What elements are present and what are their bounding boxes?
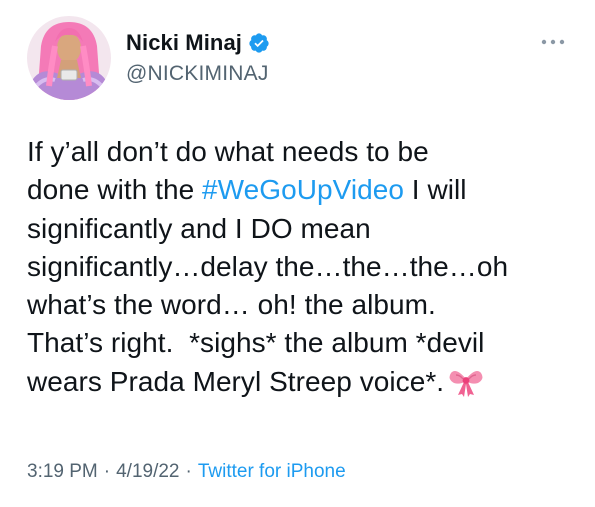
tweet-line: significantly and I DO mean bbox=[27, 212, 371, 244]
tweet-line: wears Prada Meryl Streep voice*. bbox=[27, 365, 445, 397]
verified-badge-icon bbox=[249, 33, 269, 53]
tweet-line: I will bbox=[403, 174, 467, 206]
tweet-line: That’s right. *sighs* the album *devil bbox=[27, 327, 485, 359]
tweet-line: significantly…delay the…the…the…oh bbox=[27, 250, 509, 282]
tweet-time[interactable]: 3:19 PM bbox=[27, 461, 98, 483]
hashtag-link[interactable]: #WeGoUpVideo bbox=[202, 174, 404, 205]
author-handle[interactable]: @NICKIMINAJ bbox=[126, 62, 269, 86]
tweet-card: Nicki Minaj @NICKIMINAJ If y’all don’t d… bbox=[0, 0, 595, 507]
tweet-line: If y’all don’t do what needs to be bbox=[27, 136, 429, 167]
author-display-name[interactable]: Nicki Minaj bbox=[126, 30, 242, 56]
avatar-photo-icon bbox=[27, 16, 111, 100]
tweet-text: If y’all don’t do what needs to be done … bbox=[27, 133, 582, 401]
author-name-row[interactable]: Nicki Minaj bbox=[126, 29, 270, 57]
ribbon-bow-emoji-icon bbox=[449, 370, 483, 397]
tweet-line: done with the bbox=[27, 174, 203, 206]
meta-separator: · bbox=[185, 461, 192, 482]
avatar[interactable] bbox=[27, 16, 111, 100]
meta-separator: · bbox=[103, 461, 111, 482]
more-options-icon[interactable] bbox=[540, 38, 566, 46]
tweet-meta: 3:19 PM · 4/19/22 · Twitter for iPhone bbox=[27, 461, 346, 483]
tweet-line: what’s the word… oh! the album. bbox=[27, 289, 436, 321]
tweet-source-link[interactable]: Twitter for iPhone bbox=[198, 461, 346, 483]
tweet-date[interactable]: 4/19/22 bbox=[116, 461, 179, 483]
